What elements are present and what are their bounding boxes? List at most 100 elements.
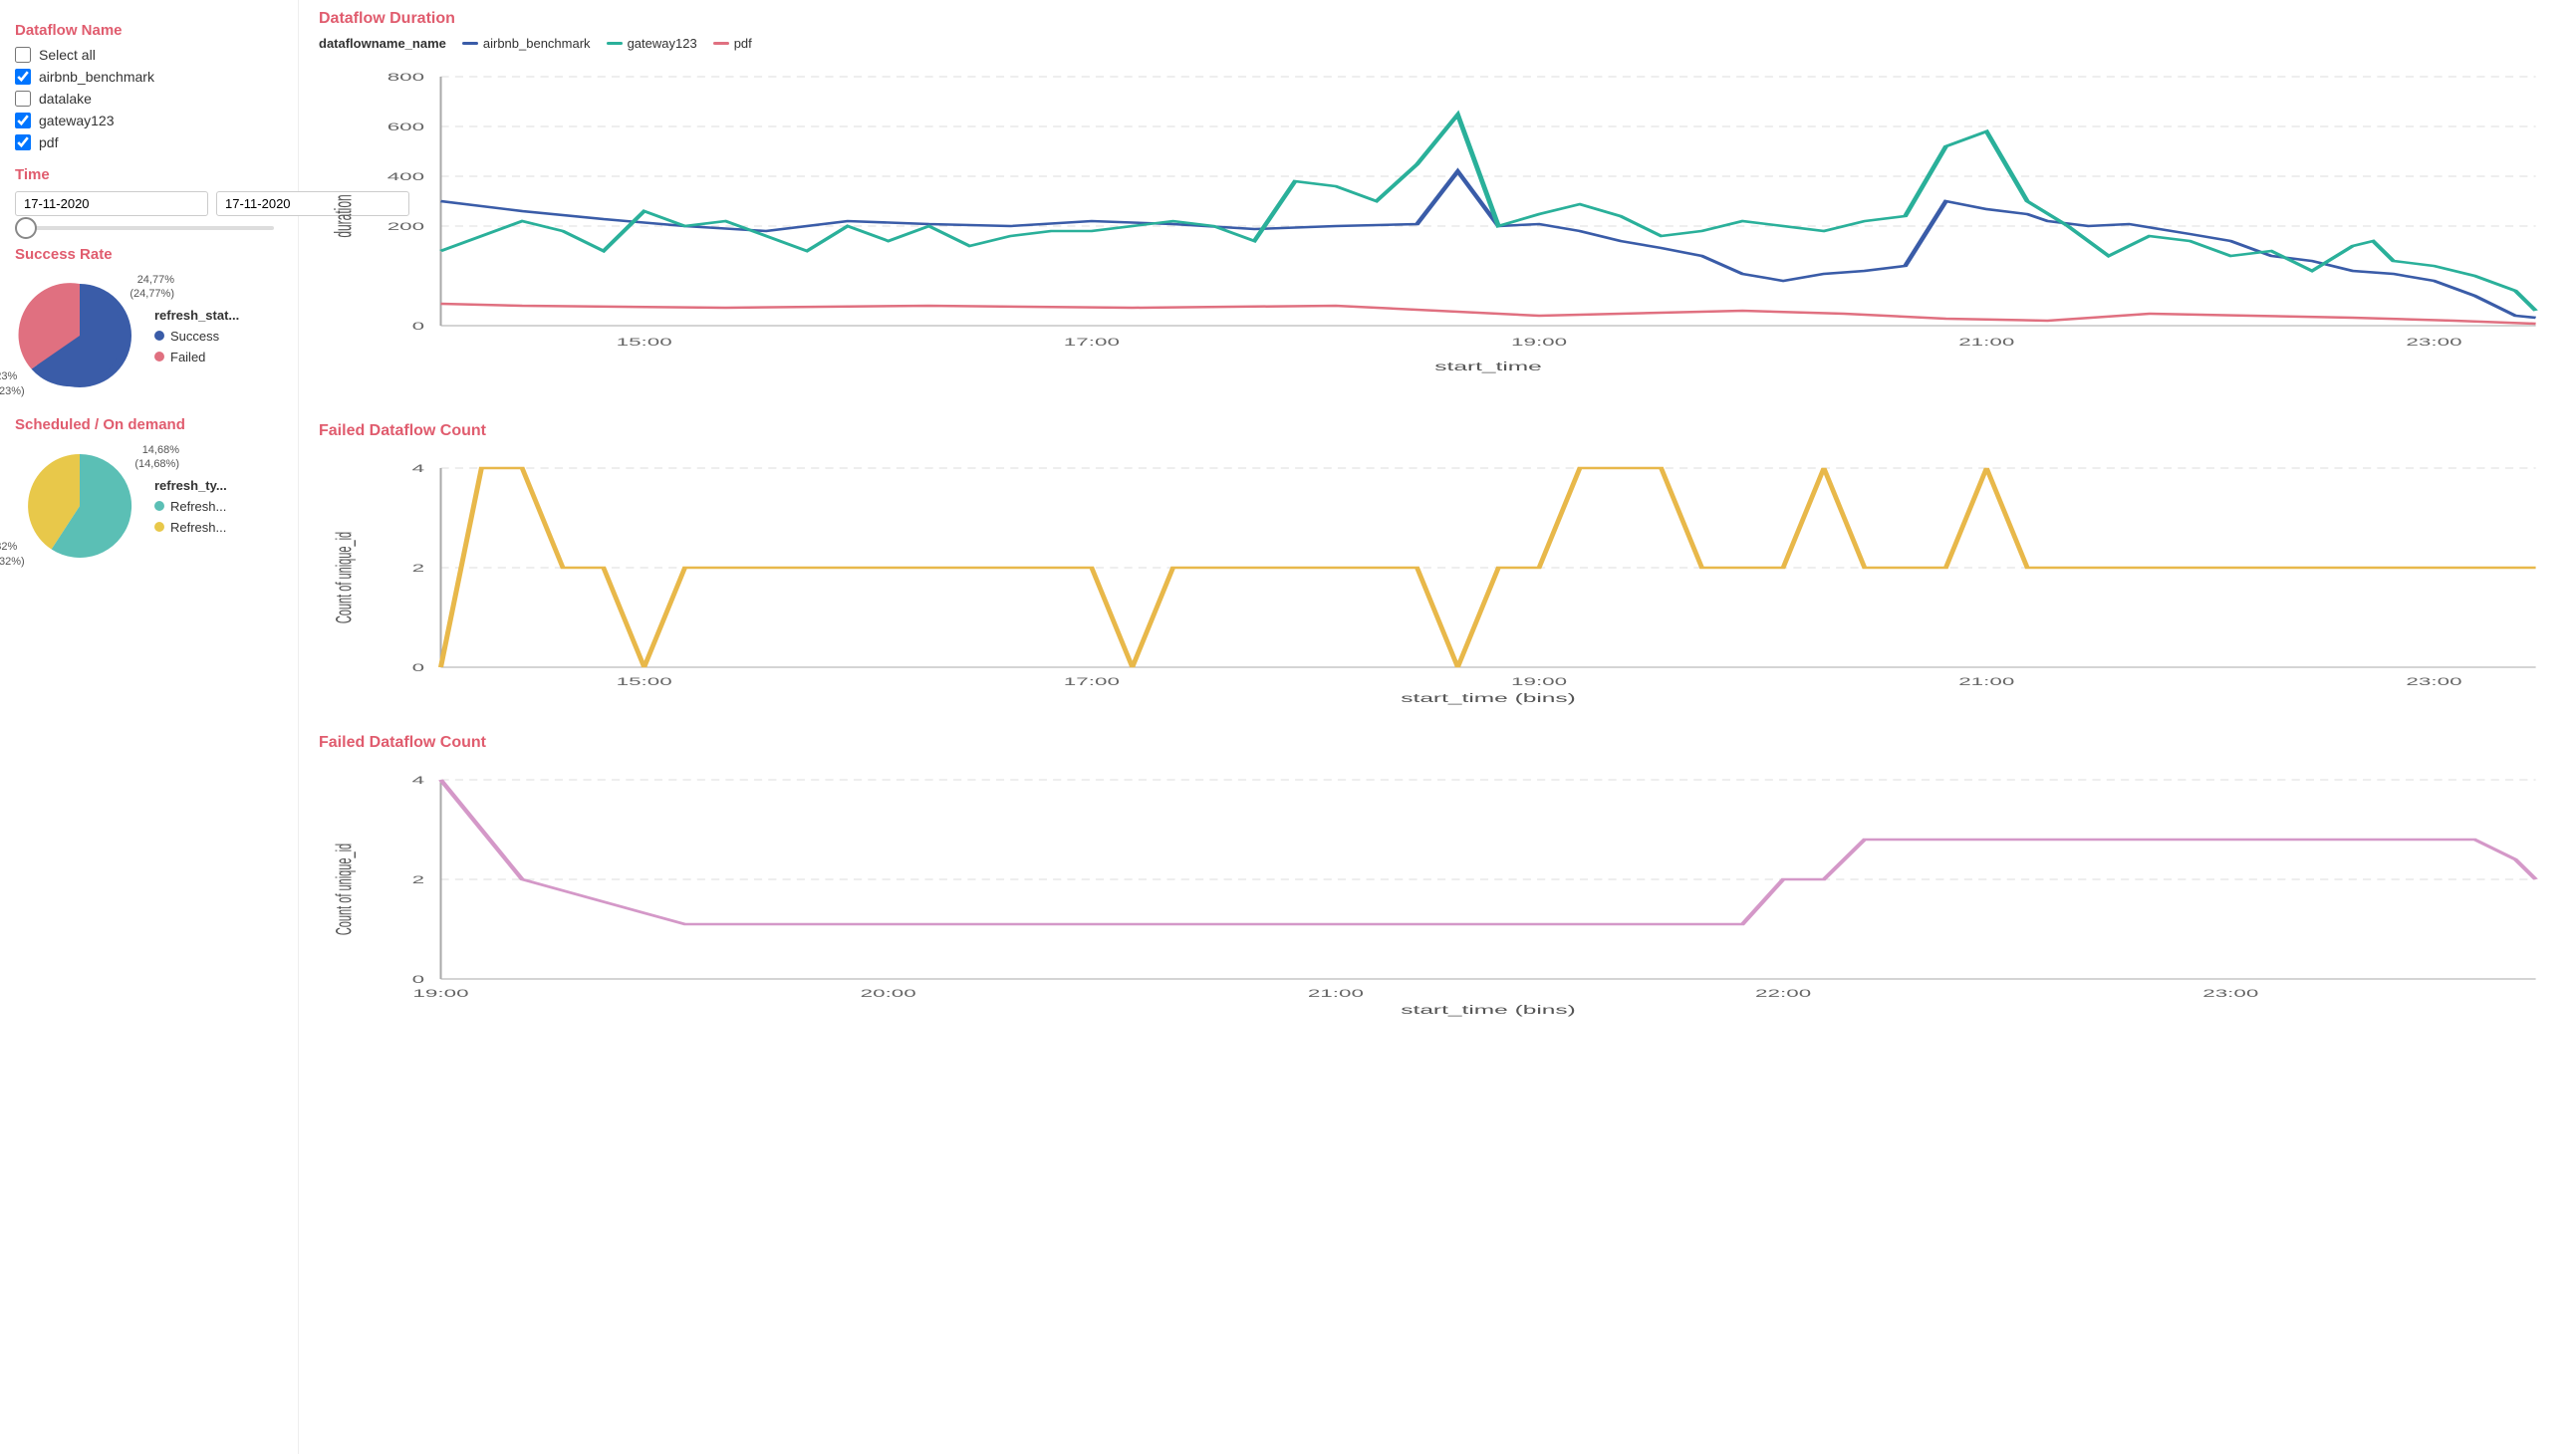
duration-legend-row: dataflowname_name airbnb_benchmark gatew… (319, 36, 2556, 51)
scheduled-legend: refresh_ty... Refresh... Refresh... (154, 478, 227, 535)
time-slider-track (15, 226, 274, 230)
checkbox-airbnb[interactable]: airbnb_benchmark (15, 69, 283, 85)
checkbox-pdf-input[interactable] (15, 134, 31, 150)
legend-label-pdf: pdf (734, 36, 752, 51)
legend-success-dot (154, 331, 164, 341)
legend-refresh-teal-dot (154, 501, 164, 511)
svg-text:2: 2 (412, 562, 425, 574)
success-rate-bottom-label: 75,23%(75,23%) (0, 369, 25, 398)
checkbox-datalake-input[interactable] (15, 91, 31, 107)
svg-text:0: 0 (412, 320, 425, 332)
checkbox-select-all-label: Select all (39, 47, 96, 63)
svg-text:17:00: 17:00 (1064, 336, 1120, 348)
failed-count2-chart-container: 0 2 4 Count of unique_id 19:00 20:00 21:… (319, 760, 2556, 1022)
svg-text:21:00: 21:00 (1958, 675, 2014, 687)
svg-text:800: 800 (387, 71, 425, 83)
legend-refresh-yellow-label: Refresh... (170, 520, 226, 535)
legend-line-gateway (607, 42, 623, 45)
svg-text:start_time (bins): start_time (bins) (1401, 1004, 1576, 1017)
success-rate-wrapper: 24,77%(24,77%) 75,23%(75,23%) refresh_st… (15, 271, 283, 400)
legend-success-label: Success (170, 329, 219, 344)
legend-failed-label: Failed (170, 350, 205, 364)
scheduled-pie: 14,68%(14,68%) 85,32%(85,32%) (15, 441, 144, 571)
svg-text:duration: duration (331, 194, 358, 237)
svg-text:21:00: 21:00 (1958, 336, 2014, 348)
time-section: Time (15, 166, 283, 230)
checkbox-datalake[interactable]: datalake (15, 91, 283, 107)
legend-line-airbnb (462, 42, 478, 45)
scheduled-wrapper: 14,68%(14,68%) 85,32%(85,32%) refresh_ty… (15, 441, 283, 571)
date-start-input[interactable] (15, 191, 208, 216)
time-slider-thumb[interactable] (15, 217, 37, 239)
svg-text:Count of unique_id: Count of unique_id (331, 532, 358, 623)
checkbox-select-all-input[interactable] (15, 47, 31, 63)
failed-count2-chart-section: Failed Dataflow Count 0 2 4 (319, 734, 2556, 1022)
success-rate-top-label: 24,77%(24,77%) (129, 273, 174, 302)
scheduled-title: Scheduled / On demand (15, 416, 283, 433)
legend-success: Success (154, 329, 239, 344)
checkbox-gateway-input[interactable] (15, 113, 31, 128)
legend-failed-dot (154, 352, 164, 362)
checkbox-pdf[interactable]: pdf (15, 134, 283, 150)
checkbox-gateway[interactable]: gateway123 (15, 113, 283, 128)
scheduled-top-label: 14,68%(14,68%) (134, 443, 179, 472)
svg-text:23:00: 23:00 (2406, 336, 2461, 348)
date-inputs (15, 191, 283, 216)
dataflow-section-title: Dataflow Name (15, 22, 283, 39)
svg-text:20:00: 20:00 (861, 987, 916, 999)
legend-entry-airbnb: airbnb_benchmark (462, 36, 591, 51)
failed-count-svg: 0 2 4 Count of unique_id 15:00 17:00 19:… (319, 448, 2556, 707)
checkbox-pdf-label: pdf (39, 134, 58, 150)
legend-entry-pdf: pdf (713, 36, 752, 51)
duration-legend-name: dataflowname_name (319, 36, 446, 51)
svg-text:19:00: 19:00 (1511, 675, 1567, 687)
scheduled-legend-title: refresh_ty... (154, 478, 227, 493)
svg-text:22:00: 22:00 (1755, 987, 1811, 999)
success-rate-legend-title: refresh_stat... (154, 308, 239, 323)
svg-text:15:00: 15:00 (617, 336, 672, 348)
svg-text:19:00: 19:00 (1511, 336, 1567, 348)
svg-text:17:00: 17:00 (1064, 675, 1120, 687)
svg-text:21:00: 21:00 (1308, 987, 1364, 999)
legend-refresh-yellow: Refresh... (154, 520, 227, 535)
svg-text:15:00: 15:00 (617, 675, 672, 687)
legend-entry-gateway: gateway123 (607, 36, 697, 51)
legend-refresh-teal-label: Refresh... (170, 499, 226, 514)
success-rate-section: Success Rate (15, 246, 283, 400)
legend-refresh-yellow-dot (154, 522, 164, 532)
time-slider-container (15, 226, 283, 230)
svg-text:400: 400 (387, 170, 425, 182)
failed-count-chart-container: 0 2 4 Count of unique_id 15:00 17:00 19:… (319, 448, 2556, 710)
svg-text:23:00: 23:00 (2406, 675, 2461, 687)
failed-count2-svg: 0 2 4 Count of unique_id 19:00 20:00 21:… (319, 760, 2556, 1019)
success-rate-legend: refresh_stat... Success Failed (154, 308, 239, 364)
svg-text:600: 600 (387, 121, 425, 132)
checkbox-gateway-label: gateway123 (39, 113, 115, 128)
svg-text:19:00: 19:00 (412, 987, 468, 999)
duration-chart-title: Dataflow Duration (319, 10, 2556, 28)
success-rate-pie: 24,77%(24,77%) 75,23%(75,23%) (15, 271, 144, 400)
failed-count-chart-title: Failed Dataflow Count (319, 422, 2556, 440)
failed-count2-chart-title: Failed Dataflow Count (319, 734, 2556, 752)
duration-chart-container: 0 200 400 600 800 duration 15:00 17:00 1… (319, 57, 2556, 398)
dataflow-checkbox-group: Select all airbnb_benchmark datalake gat… (15, 47, 283, 150)
svg-text:2: 2 (412, 873, 425, 885)
svg-text:start_time (bins): start_time (bins) (1401, 692, 1576, 705)
legend-label-gateway: gateway123 (628, 36, 697, 51)
failed-count-chart-section: Failed Dataflow Count 0 2 4 (319, 422, 2556, 710)
legend-refresh-teal: Refresh... (154, 499, 227, 514)
sidebar: Dataflow Name Select all airbnb_benchmar… (0, 0, 299, 1454)
success-rate-title: Success Rate (15, 246, 283, 263)
svg-text:start_time: start_time (1434, 361, 1542, 373)
checkbox-datalake-label: datalake (39, 91, 92, 107)
svg-text:4: 4 (412, 774, 425, 786)
legend-label-airbnb: airbnb_benchmark (483, 36, 591, 51)
checkbox-select-all[interactable]: Select all (15, 47, 283, 63)
scheduled-bottom-label: 85,32%(85,32%) (0, 540, 25, 569)
duration-chart-section: Dataflow Duration dataflowname_name airb… (319, 10, 2556, 398)
checkbox-airbnb-input[interactable] (15, 69, 31, 85)
time-section-title: Time (15, 166, 283, 183)
svg-text:200: 200 (387, 220, 425, 232)
main-content: Dataflow Duration dataflowname_name airb… (299, 0, 2576, 1454)
svg-text:0: 0 (412, 973, 425, 985)
